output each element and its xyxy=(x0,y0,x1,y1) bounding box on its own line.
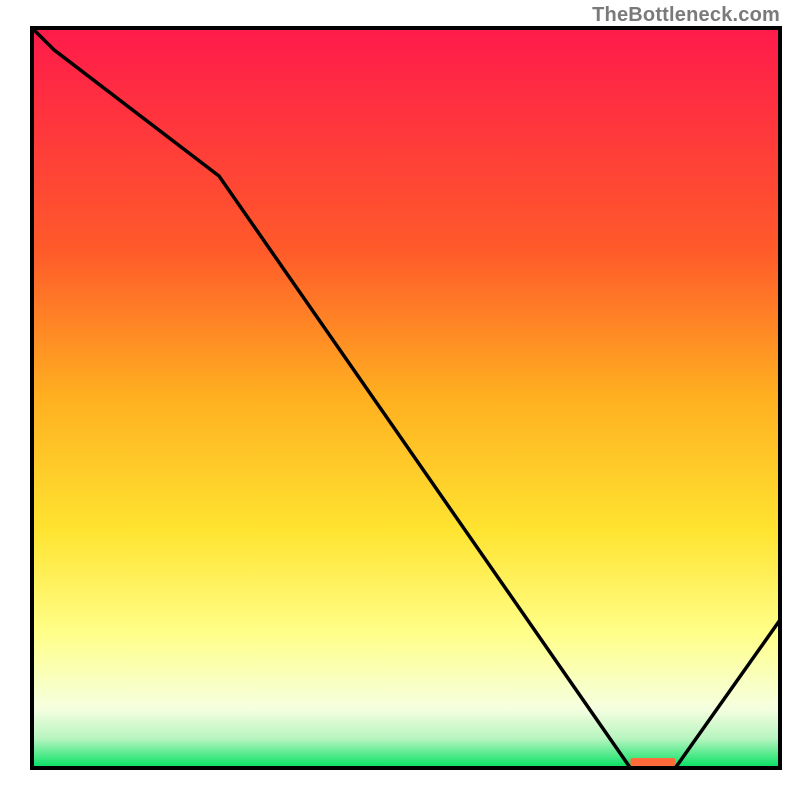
plot-background xyxy=(32,28,780,768)
bottleneck-chart xyxy=(0,0,800,800)
minimum-marker xyxy=(630,758,675,766)
watermark-text: TheBottleneck.com xyxy=(592,4,780,27)
chart-root: { "watermark": "TheBottleneck.com", "cha… xyxy=(0,0,800,800)
